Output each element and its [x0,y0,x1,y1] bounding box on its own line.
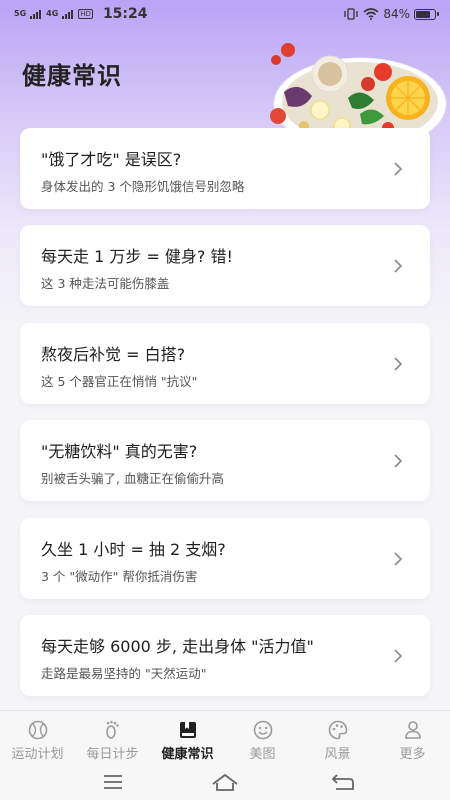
knowledge-card[interactable]: 每天走 1 万步 = 健身? 错! 这 3 种走法可能伤膝盖 [20,225,430,306]
wifi-icon [363,8,379,20]
system-navigation-bar [0,765,450,800]
sport-ball-icon [28,720,47,740]
card-title: 每天走 1 万步 = 健身? 错! [41,247,233,266]
battery-icon [414,8,439,20]
status-right: 84% [343,7,439,21]
card-subtitle: 别被舌头骗了, 血糖正在偷偷升高 [41,471,224,486]
tab-label: 更多 [399,747,426,762]
chevron-right-icon [394,552,403,566]
person-icon [404,721,421,739]
book-icon [179,722,196,738]
palette-icon [328,720,347,740]
tab-label: 美图 [249,747,276,762]
card-title: "无糖饮料" 真的无害? [41,442,198,461]
status-left: 5G 4G HD 15:24 [14,6,148,22]
menu-icon[interactable] [98,771,128,793]
signal-4g-label: 4G [46,9,59,18]
tab-more[interactable]: 更多 [375,711,450,766]
battery-percent: 84% [383,7,410,21]
tab-label: 健康常识 [161,747,214,762]
tab-label: 风景 [324,747,351,762]
tab-pictures[interactable]: 美图 [225,711,300,766]
chevron-right-icon [394,454,403,468]
knowledge-card[interactable]: 每天走够 6000 步, 走出身体 "活力值" 走路是最易坚持的 "天然运动" [20,615,430,696]
status-time: 15:24 [102,6,148,22]
bottom-tab-bar: 运动计划 每日计步 健康常识 美图 风景 更多 [0,710,450,766]
card-subtitle: 3 个 "微动作" 帮你抵消伤害 [41,569,198,584]
tab-daily-steps[interactable]: 每日计步 [75,711,150,766]
battery-level-fill [416,10,431,18]
smiley-icon [253,720,272,740]
chevron-right-icon [394,357,403,371]
card-subtitle: 身体发出的 3 个隐形饥饿信号别忽略 [41,179,245,194]
tab-sport-plan[interactable]: 运动计划 [0,711,75,766]
card-title: "饿了才吃" 是误区? [41,150,182,169]
tab-health-knowledge[interactable]: 健康常识 [150,711,225,766]
chevron-right-icon [394,649,403,663]
signal-bars-icon [30,9,42,19]
knowledge-card[interactable]: 久坐 1 小时 = 抽 2 支烟? 3 个 "微动作" 帮你抵消伤害 [20,518,430,599]
signal-bars-icon [62,9,74,19]
chevron-right-icon [394,259,403,273]
card-title: 熬夜后补觉 = 白搭? [41,345,186,364]
tab-label: 运动计划 [11,747,64,762]
tab-label: 每日计步 [86,747,139,762]
knowledge-card[interactable]: 熬夜后补觉 = 白搭? 这 5 个器官正在悄悄 "抗议" [20,323,430,404]
status-bar: 5G 4G HD 15:24 84% [0,0,450,28]
knowledge-card[interactable]: "无糖饮料" 真的无害? 别被舌头骗了, 血糖正在偷偷升高 [20,420,430,501]
back-icon[interactable] [328,771,358,793]
tab-scenery[interactable]: 风景 [300,711,375,766]
card-subtitle: 走路是最易坚持的 "天然运动" [41,666,207,681]
page-title: 健康常识 [22,62,122,90]
footprint-icon [105,720,119,739]
card-subtitle: 这 3 种走法可能伤膝盖 [41,276,170,291]
card-title: 每天走够 6000 步, 走出身体 "活力值" [41,637,314,656]
signal-5g-label: 5G [14,9,27,18]
chevron-right-icon [394,162,403,176]
vibrate-icon [344,8,358,20]
home-icon[interactable] [210,771,240,793]
card-subtitle: 这 5 个器官正在悄悄 "抗议" [41,374,198,389]
card-title: 久坐 1 小时 = 抽 2 支烟? [41,540,226,559]
knowledge-card[interactable]: "饿了才吃" 是误区? 身体发出的 3 个隐形饥饿信号别忽略 [20,128,430,209]
hd-badge: HD [78,9,93,19]
